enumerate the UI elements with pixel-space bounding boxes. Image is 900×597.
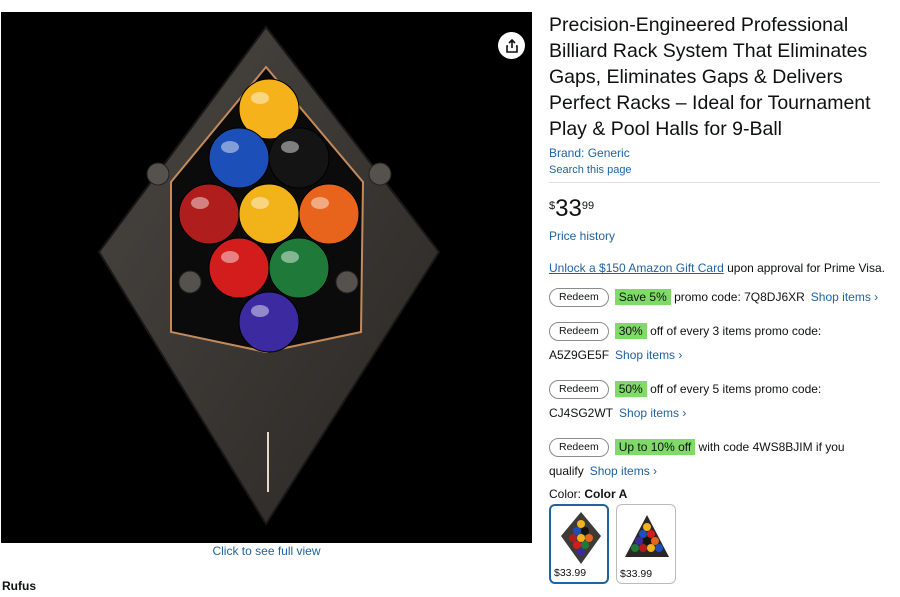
price-fraction: 99 <box>581 200 595 212</box>
ball-highlight <box>311 197 329 209</box>
product-info-panel: Precision-Engineered Professional Billia… <box>549 12 889 584</box>
ball-highlight <box>281 251 299 263</box>
color-label: Color: Color A <box>549 487 889 501</box>
share-icon <box>505 38 518 53</box>
billiard-ball <box>178 183 240 245</box>
billiard-ball <box>208 127 270 189</box>
color-label-prefix: Color: <box>549 487 585 501</box>
ball-highlight <box>281 141 299 153</box>
color-selected: Color A <box>584 487 628 501</box>
full-view-link[interactable]: Click to see full view <box>1 544 532 558</box>
search-this-page-link[interactable]: Search this page <box>549 164 880 183</box>
billiard-ball <box>268 127 330 189</box>
gift-card-link[interactable]: Unlock a $150 Amazon Gift Card <box>549 261 724 275</box>
swatch-price: $33.99 <box>620 568 653 580</box>
shop-items-link[interactable]: Shop items › <box>590 464 657 478</box>
billiard-ball <box>298 183 360 245</box>
gift-card-text: upon approval for Prime Visa. <box>723 261 885 275</box>
color-swatches: $33.99 $33.99 <box>549 504 889 584</box>
color-swatch-a[interactable]: $33.99 <box>549 504 609 584</box>
redeem-button[interactable]: Redeem <box>549 322 609 342</box>
product-main-image[interactable] <box>1 12 532 543</box>
promo-row: Redeem Save 5% promo code: 7Q8DJ6XR Shop i… <box>549 285 889 309</box>
promo-highlight: Up to 10% off <box>614 439 696 455</box>
shop-items-link[interactable]: Shop items › <box>811 290 878 304</box>
promo-row: Redeem 30% off of every 3 items promo cod… <box>549 319 889 367</box>
price-whole: 33 <box>555 195 582 222</box>
swatch-price: $33.99 <box>554 567 587 579</box>
shop-items-link[interactable]: Shop items › <box>615 348 682 362</box>
rufus-label[interactable]: Rufus <box>2 579 36 593</box>
billiard-ball <box>238 291 300 353</box>
promo-highlight: 30% <box>614 323 647 339</box>
ball-highlight <box>221 251 239 263</box>
billiard-rack-image <box>97 25 441 526</box>
price: $ 33 99 <box>549 197 889 221</box>
billiard-ball <box>268 237 330 299</box>
billiard-ball <box>208 237 270 299</box>
share-button[interactable] <box>498 32 525 59</box>
promo-text: promo code: 7Q8DJ6XR <box>670 290 805 304</box>
swatch-thumbnail <box>561 512 601 564</box>
redeem-button[interactable]: Redeem <box>549 380 609 400</box>
redeem-button[interactable]: Redeem <box>549 438 609 458</box>
brand-link[interactable]: Brand: Generic <box>549 146 889 160</box>
promo-highlight: Save 5% <box>614 289 671 305</box>
promo-row: Redeem 50% off of every 5 items promo cod… <box>549 377 889 425</box>
shop-items-link[interactable]: Shop items › <box>619 406 686 420</box>
billiard-ball <box>238 183 300 245</box>
color-swatch-b[interactable]: $33.99 <box>616 504 676 584</box>
ball-highlight <box>251 197 269 209</box>
ball-highlight <box>251 92 269 104</box>
gift-card-offer: Unlock a $150 Amazon Gift Card upon appr… <box>549 261 889 275</box>
price-history-link[interactable]: Price history <box>549 229 889 243</box>
ball-highlight <box>221 141 239 153</box>
swatch-thumbnail <box>625 515 669 557</box>
product-title: Precision-Engineered Professional Billia… <box>549 14 871 140</box>
ball-highlight <box>251 305 269 317</box>
promo-highlight: 50% <box>614 381 647 397</box>
promo-row: Redeem Up to 10% off with code 4WS8BJIM i… <box>549 435 889 483</box>
redeem-button[interactable]: Redeem <box>549 288 609 308</box>
ball-highlight <box>191 197 209 209</box>
